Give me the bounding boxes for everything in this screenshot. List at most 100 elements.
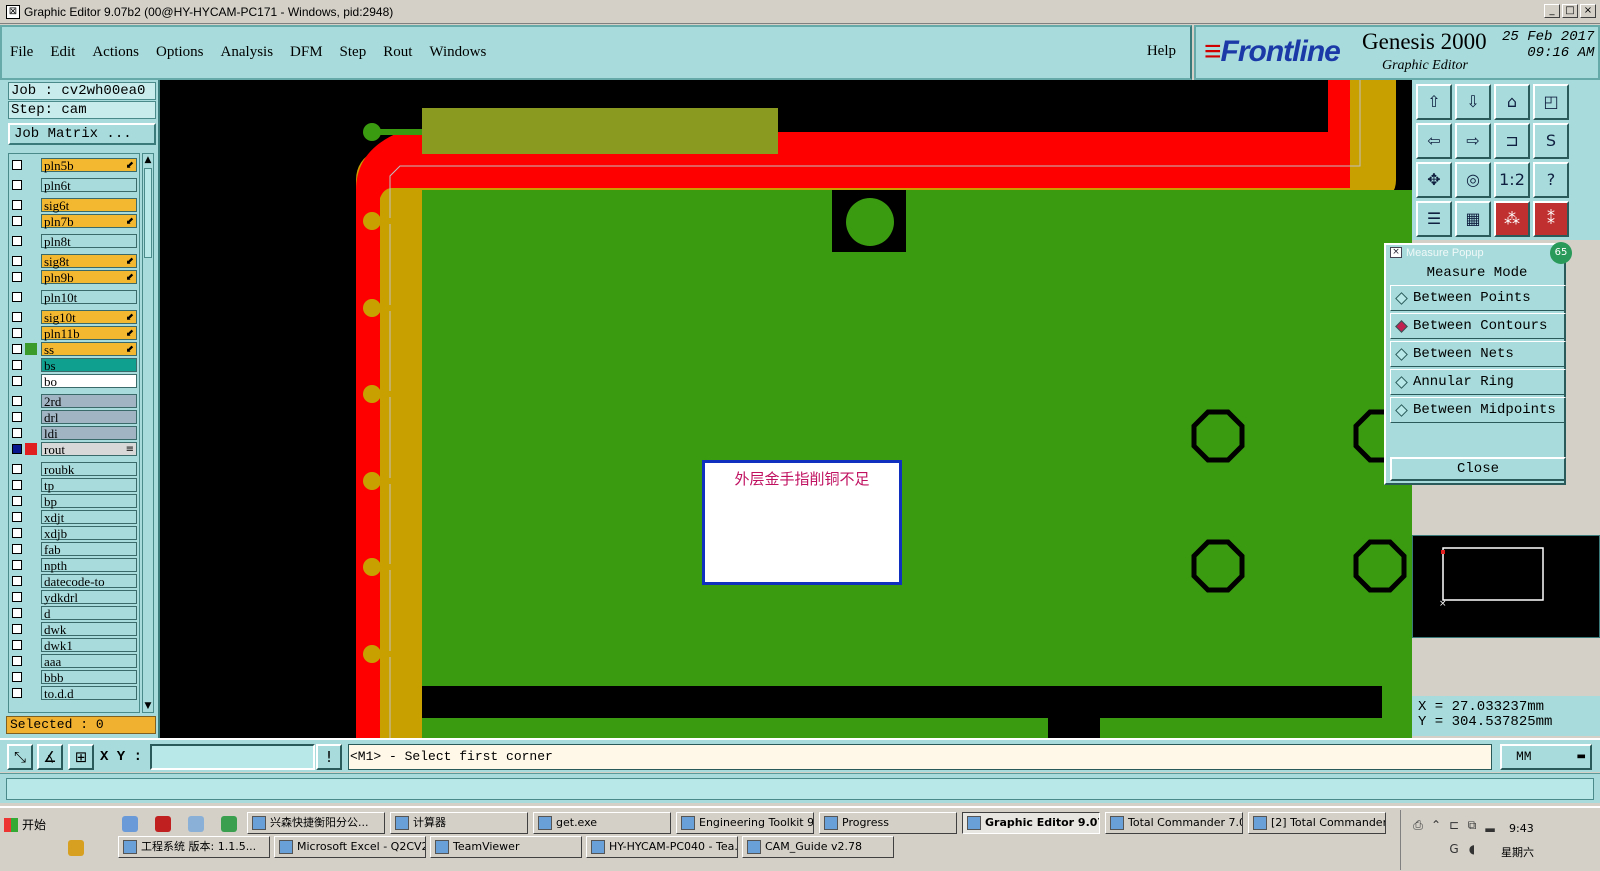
layer-name[interactable]: pln11b ⬋ bbox=[41, 326, 137, 340]
layer-name[interactable]: fab bbox=[41, 542, 137, 556]
layer-checkbox[interactable] bbox=[12, 216, 22, 226]
layer-checkbox[interactable] bbox=[12, 608, 22, 618]
menu-file[interactable]: File bbox=[10, 44, 33, 61]
volume-icon[interactable]: ◖ bbox=[1465, 842, 1479, 856]
layer-row[interactable]: pln7b ⬋ bbox=[12, 214, 137, 228]
units-select[interactable]: MM ▬ bbox=[1500, 744, 1592, 770]
layer-name[interactable]: d bbox=[41, 606, 137, 620]
task-button[interactable]: 兴森快捷衡阳分公... bbox=[247, 812, 385, 834]
annotation-callout[interactable]: 外层金手指削铜不足 bbox=[702, 460, 902, 585]
layer-checkbox[interactable] bbox=[12, 328, 22, 338]
layer-name[interactable]: 2rd bbox=[41, 394, 137, 408]
layer-color-swatch[interactable] bbox=[25, 359, 37, 371]
layer-checkbox[interactable] bbox=[12, 272, 22, 282]
minimize-button[interactable]: _ bbox=[1544, 4, 1560, 18]
layer-name[interactable]: dwk bbox=[41, 622, 137, 636]
overview-map[interactable]: × bbox=[1412, 535, 1600, 638]
layer-color-swatch[interactable] bbox=[25, 235, 37, 247]
layer-name[interactable]: pln8t bbox=[41, 234, 137, 248]
layer-checkbox[interactable] bbox=[12, 592, 22, 602]
layer-row[interactable]: pln6t bbox=[12, 178, 137, 192]
layer-row[interactable]: pln8t bbox=[12, 234, 137, 248]
layer-checkbox[interactable] bbox=[12, 376, 22, 386]
zoom-fit-icon[interactable]: ◎ bbox=[1455, 162, 1491, 198]
layer-name[interactable]: datecode-to bbox=[41, 574, 137, 588]
task-button[interactable]: CAM_Guide v2.78 bbox=[742, 836, 894, 858]
layer-color-swatch[interactable] bbox=[25, 291, 37, 303]
option-between-nets[interactable]: Between Nets bbox=[1390, 341, 1566, 367]
layer-row[interactable]: fab bbox=[12, 542, 137, 556]
settings-icon[interactable]: ☰ bbox=[1416, 201, 1452, 237]
layer-checkbox[interactable] bbox=[12, 560, 22, 570]
net-select-icon[interactable]: ⁑ bbox=[1533, 201, 1569, 237]
layer-name[interactable]: pln9b ⬋ bbox=[41, 270, 137, 284]
layer-name[interactable]: ydkdrl bbox=[41, 590, 137, 604]
task-button[interactable]: 工程系统 版本: 1.1.5... bbox=[118, 836, 270, 858]
layer-color-swatch[interactable] bbox=[25, 591, 37, 603]
layer-name[interactable]: aaa bbox=[41, 654, 137, 668]
layer-color-swatch[interactable] bbox=[25, 343, 37, 355]
layer-row[interactable]: dwk1 bbox=[12, 638, 137, 652]
layer-color-swatch[interactable] bbox=[25, 527, 37, 539]
layer-row[interactable]: to.d.d bbox=[12, 686, 137, 700]
layer-row[interactable]: tp bbox=[12, 478, 137, 492]
layer-row[interactable]: bbb bbox=[12, 670, 137, 684]
layer-row[interactable]: dwk bbox=[12, 622, 137, 636]
task-button[interactable]: Microsoft Excel - Q2CV2... bbox=[274, 836, 426, 858]
task-button[interactable]: [2] Total Commander... bbox=[1248, 812, 1386, 834]
layer-name[interactable]: pln7b ⬋ bbox=[41, 214, 137, 228]
layer-row[interactable]: pln5b ⬋ bbox=[12, 158, 137, 172]
layer-checkbox[interactable] bbox=[12, 624, 22, 634]
select-tool-icon[interactable]: ⤡ bbox=[7, 744, 33, 770]
layer-checkbox[interactable] bbox=[12, 180, 22, 190]
layer-name[interactable]: ss ⬋ bbox=[41, 342, 137, 356]
layer-name[interactable]: sig6t bbox=[41, 198, 137, 212]
layer-name[interactable]: tp bbox=[41, 478, 137, 492]
layer-row[interactable]: bp bbox=[12, 494, 137, 508]
layer-row[interactable]: ydkdrl bbox=[12, 590, 137, 604]
antivirus-icon[interactable]: G bbox=[1447, 842, 1461, 856]
layer-checkbox[interactable] bbox=[12, 512, 22, 522]
layer-checkbox[interactable] bbox=[12, 360, 22, 370]
graphic-canvas[interactable]: 外层金手指削铜不足 bbox=[160, 80, 1412, 738]
close-button[interactable]: × bbox=[1580, 4, 1596, 18]
layer-checkbox[interactable] bbox=[12, 480, 22, 490]
layer-color-swatch[interactable] bbox=[25, 311, 37, 323]
scale-1-2-icon[interactable]: 1:2 bbox=[1494, 162, 1530, 198]
option-between-points[interactable]: Between Points bbox=[1390, 285, 1566, 311]
layer-row[interactable]: pln9b ⬋ bbox=[12, 270, 137, 284]
layer-name[interactable]: npth bbox=[41, 558, 137, 572]
layer-color-swatch[interactable] bbox=[25, 639, 37, 651]
help-icon[interactable]: ? bbox=[1533, 162, 1569, 198]
layer-name[interactable]: bbb bbox=[41, 670, 137, 684]
task-button[interactable]: get.exe bbox=[533, 812, 671, 834]
option-between-midpoints[interactable]: Between Midpoints bbox=[1390, 397, 1566, 423]
layer-name[interactable]: roubk bbox=[41, 462, 137, 476]
layer-color-swatch[interactable] bbox=[25, 559, 37, 571]
layer-name[interactable]: drl bbox=[41, 410, 137, 424]
layer-color-swatch[interactable] bbox=[25, 159, 37, 171]
layer-checkbox[interactable] bbox=[12, 640, 22, 650]
layer-name[interactable]: bp bbox=[41, 494, 137, 508]
layer-checkbox[interactable] bbox=[12, 292, 22, 302]
layer-checkbox[interactable] bbox=[12, 544, 22, 554]
printer-icon[interactable]: ⎙ bbox=[1411, 818, 1425, 832]
layer-row[interactable]: pln10t bbox=[12, 290, 137, 304]
layer-name[interactable]: sig8t ⬋ bbox=[41, 254, 137, 268]
menu-edit[interactable]: Edit bbox=[50, 44, 75, 61]
layer-row[interactable]: ss ⬋ bbox=[12, 342, 137, 356]
layer-name[interactable]: bo bbox=[41, 374, 137, 388]
layer-checkbox[interactable] bbox=[12, 428, 22, 438]
task-button[interactable]: HY-HYCAM-PC040 - Tea... bbox=[586, 836, 738, 858]
layer-checkbox[interactable] bbox=[12, 464, 22, 474]
layer-color-swatch[interactable] bbox=[25, 271, 37, 283]
layer-row[interactable]: datecode-to bbox=[12, 574, 137, 588]
layer-row[interactable]: aaa bbox=[12, 654, 137, 668]
menu-options[interactable]: Options bbox=[156, 44, 204, 61]
start-button[interactable]: 开始 bbox=[2, 814, 52, 836]
layer-row[interactable]: xdjt bbox=[12, 510, 137, 524]
scroll-up-icon[interactable]: ▲ bbox=[143, 154, 153, 166]
signal-icon[interactable]: ▂ bbox=[1483, 818, 1497, 832]
layer-name[interactable]: xdjt bbox=[41, 510, 137, 524]
layer-color-swatch[interactable] bbox=[25, 687, 37, 699]
